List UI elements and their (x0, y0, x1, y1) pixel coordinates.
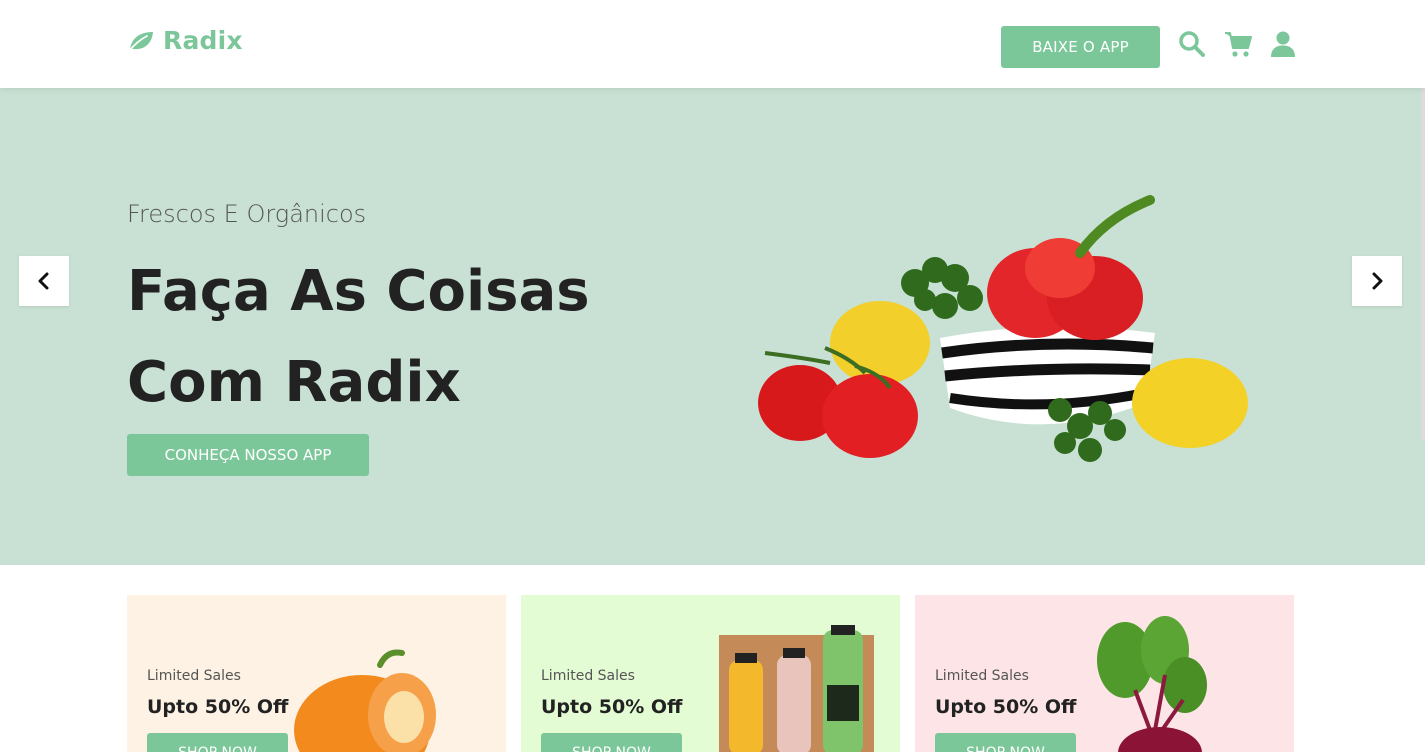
chevron-right-icon (1372, 272, 1383, 290)
hero-title: Faça As Coisas Com Radix (127, 246, 687, 428)
hero-title-line-2: Com Radix (127, 350, 461, 415)
download-app-button[interactable]: BAIXE O APP (1001, 26, 1160, 68)
card-subtitle: Limited Sales (541, 668, 635, 684)
promo-card-3: Limited Sales Upto 50% Off SHOP NOW (915, 595, 1294, 752)
hero-subtitle: Frescos E Orgânicos (127, 200, 367, 228)
card-title: Upto 50% Off (541, 696, 683, 718)
card-subtitle: Limited Sales (935, 668, 1029, 684)
chevron-left-icon (38, 272, 49, 290)
hero-slider: Frescos E Orgânicos Faça As Coisas Com R… (0, 88, 1425, 565)
shop-now-button[interactable]: SHOP NOW (935, 733, 1076, 752)
promo-card-1: Limited Sales Upto 50% Off SHOP NOW (127, 595, 506, 752)
discover-app-button[interactable]: CONHEÇA NOSSO APP (127, 434, 369, 476)
slider-next-button[interactable] (1352, 256, 1402, 306)
search-icon[interactable] (1178, 30, 1206, 58)
bell-pepper-image (294, 649, 436, 752)
card-subtitle: Limited Sales (147, 668, 241, 684)
user-icon[interactable] (1269, 30, 1297, 58)
vegetables-bowl-image (758, 195, 1248, 462)
beetroot-image (1097, 616, 1207, 752)
leaf-icon (128, 31, 153, 52)
shop-now-button[interactable]: SHOP NOW (541, 733, 682, 752)
logo[interactable]: Radix (127, 26, 243, 55)
card-title: Upto 50% Off (147, 696, 289, 718)
juice-bottles-image (719, 625, 874, 752)
hero-title-line-1: Faça As Coisas (127, 259, 590, 324)
slider-prev-button[interactable] (19, 256, 69, 306)
promo-card-2: Limited Sales Upto 50% Off SHOP NOW (521, 595, 900, 752)
site-header: Radix BAIXE O APP (0, 0, 1425, 88)
cart-icon[interactable] (1224, 30, 1252, 58)
card-title: Upto 50% Off (935, 696, 1077, 718)
logo-text: Radix (163, 26, 243, 55)
shop-now-button[interactable]: SHOP NOW (147, 733, 288, 752)
